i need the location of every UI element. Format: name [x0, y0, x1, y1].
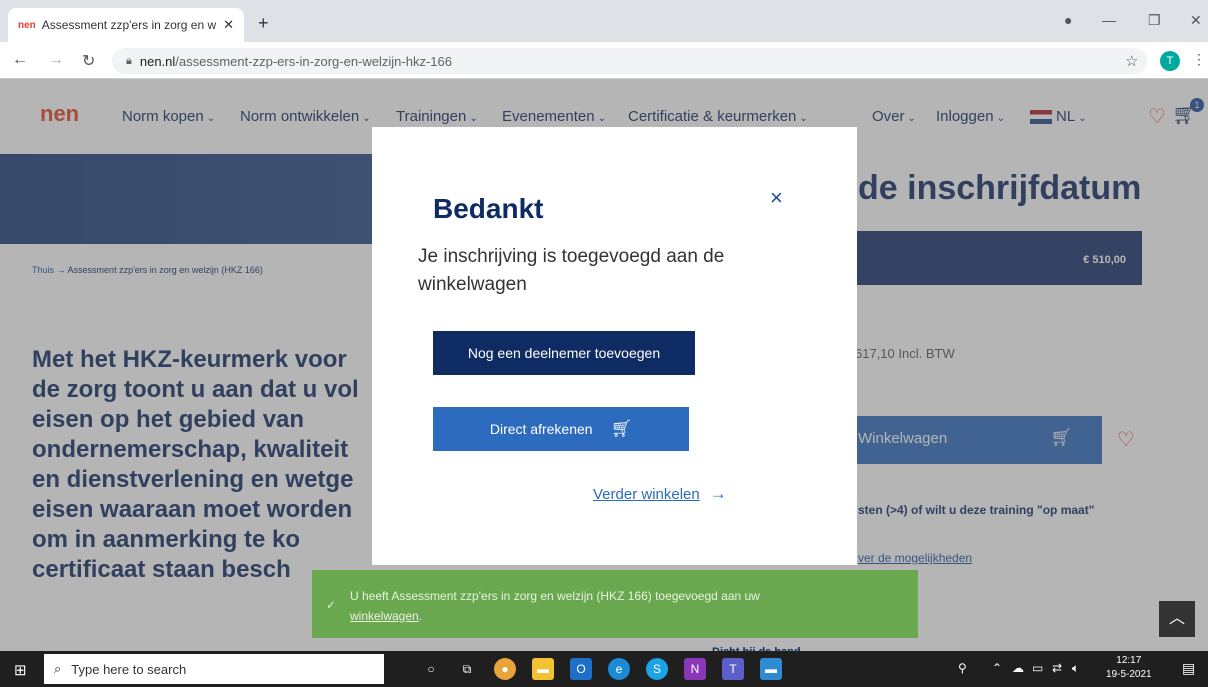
check-icon: ✓: [326, 598, 337, 612]
clock-time: 12:17: [1116, 655, 1142, 666]
checkout-label: Direct afrekenen: [489, 421, 593, 437]
close-window-icon[interactable]: ✕: [1190, 12, 1202, 29]
success-toast: ✓ U heeft Assessment zzp'ers in zorg en …: [312, 570, 918, 638]
arrow-right-icon: →: [709, 484, 727, 503]
toast-cart-link[interactable]: winkelwagen: [350, 609, 419, 623]
outlook-icon[interactable]: O: [570, 658, 592, 680]
close-icon[interactable]: ×: [770, 185, 783, 211]
modal-title: Bedankt: [433, 193, 544, 224]
browser-tab-bar: nen Assessment zzp'ers in zorg en w ✕ + …: [0, 0, 1208, 42]
star-icon[interactable]: ☆: [1125, 52, 1138, 70]
tab-close-icon[interactable]: ✕: [223, 17, 234, 33]
account-icon[interactable]: ●: [1064, 12, 1072, 28]
address-bar-row: ← → ↻ 🔒︎ nen.nl /assessment-zzp-ers-in-z…: [0, 42, 1208, 79]
file-explorer-icon[interactable]: ▬: [532, 658, 554, 680]
browser-tab[interactable]: nen Assessment zzp'ers in zorg en w ✕: [8, 8, 244, 42]
search-icon: ⌕: [54, 661, 62, 676]
url-input[interactable]: 🔒︎ nen.nl /assessment-zzp-ers-in-zorg-en…: [112, 48, 1147, 74]
new-tab-button[interactable]: +: [258, 13, 269, 34]
cart-icon: 🛒︎: [610, 419, 633, 438]
clock-date: 19-5-2021: [1106, 669, 1152, 680]
edge-icon[interactable]: e: [608, 658, 630, 680]
reload-icon[interactable]: ↻: [82, 51, 95, 71]
url-path: /assessment-zzp-ers-in-zorg-en-welzijn-h…: [175, 53, 452, 69]
skype-icon[interactable]: S: [646, 658, 668, 680]
profile-avatar[interactable]: T: [1160, 51, 1180, 71]
network-icon[interactable]: ⇄: [1052, 661, 1062, 675]
cortana-icon[interactable]: ○: [420, 658, 442, 680]
url-domain: nen.nl: [139, 53, 176, 69]
continue-label: Verder winkelen: [593, 486, 700, 503]
tray-chevron-icon[interactable]: ⌃: [992, 661, 1002, 675]
onedrive-icon[interactable]: ☁: [1012, 661, 1024, 675]
search-placeholder: Type here to search: [71, 661, 187, 677]
taskbar-search-input[interactable]: ⌕ Type here to search: [44, 654, 384, 684]
windows-taskbar: ⊞ ⌕ Type here to search ○ ⧉ ● ▬ O e S N …: [0, 651, 1208, 687]
lock-icon: 🔒︎: [126, 54, 132, 67]
onenote-icon[interactable]: N: [684, 658, 706, 680]
back-icon[interactable]: ←: [12, 51, 28, 69]
forward-icon[interactable]: →: [48, 51, 64, 69]
checkout-button[interactable]: Direct afrekenen 🛒︎: [433, 407, 689, 451]
battery-icon[interactable]: ▭: [1032, 661, 1043, 675]
nen-favicon-icon: nen: [18, 19, 36, 31]
windows-start-icon[interactable]: ⊞: [14, 661, 27, 679]
notification-icon[interactable]: ▤: [1182, 660, 1195, 677]
task-view-icon[interactable]: ⧉: [456, 658, 478, 680]
menu-icon[interactable]: ⋮: [1192, 51, 1206, 68]
people-icon[interactable]: ⚲: [958, 661, 967, 675]
app-icon[interactable]: ▬: [760, 658, 782, 680]
tab-title: Assessment zzp'ers in zorg en w: [41, 18, 217, 32]
chrome-icon[interactable]: ●: [494, 658, 516, 680]
restore-icon[interactable]: ❐: [1148, 12, 1161, 29]
volume-icon[interactable]: 🔈︎: [1072, 661, 1079, 676]
modal-message: Je inschrijving is toegevoegd aan de win…: [418, 246, 725, 295]
teams-icon[interactable]: T: [722, 658, 744, 680]
toast-text: U heeft Assessment zzp'ers in zorg en we…: [350, 589, 760, 603]
confirmation-modal: Bedankt × Je inschrijving is toegevoegd …: [372, 127, 857, 565]
minimize-icon[interactable]: —: [1102, 12, 1116, 28]
toast-suffix: .: [418, 609, 423, 623]
add-participant-button[interactable]: Nog een deelnemer toevoegen: [433, 331, 695, 375]
scroll-top-button[interactable]: ︿: [1159, 601, 1195, 637]
continue-shopping-link[interactable]: Verder winkelen →: [593, 484, 727, 504]
taskbar-clock[interactable]: 12:17 19-5-2021: [1106, 654, 1152, 682]
